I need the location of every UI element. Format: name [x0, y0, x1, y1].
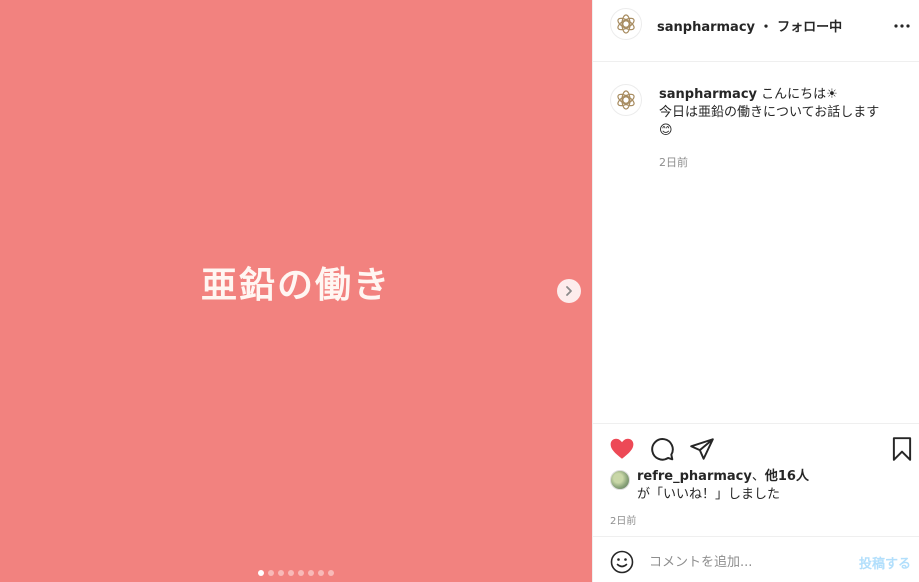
- paper-plane-icon: [690, 438, 714, 460]
- caption-username[interactable]: sanpharmacy: [659, 87, 757, 102]
- slide-dot: [308, 570, 314, 576]
- action-bar: [593, 423, 919, 471]
- share-button[interactable]: [689, 436, 715, 462]
- comment-button[interactable]: [649, 436, 675, 462]
- post-image[interactable]: 亜鉛の働き: [0, 0, 592, 582]
- likes-separator: 、: [751, 469, 765, 484]
- comment-icon: [651, 438, 674, 461]
- caption-line2: 今日は亜鉛の働きについてお話します: [659, 105, 880, 120]
- slide-dot: [258, 570, 264, 576]
- slide-dot: [298, 570, 304, 576]
- header-text: sanpharmacy ・ フォロー中: [657, 16, 842, 35]
- flower-logo-icon: [617, 14, 635, 34]
- avatar[interactable]: [610, 470, 630, 490]
- emoji-button[interactable]: [610, 550, 634, 574]
- caption-time[interactable]: 2日前: [659, 154, 688, 170]
- follow-status[interactable]: フォロー中: [777, 20, 842, 35]
- comment-input[interactable]: [649, 549, 839, 575]
- caption-line1: こんにちは☀: [761, 87, 838, 102]
- image-title: 亜鉛の働き: [200, 264, 391, 306]
- avatar[interactable]: [610, 8, 642, 40]
- flower-logo-icon: [617, 90, 635, 110]
- slide-dot: [278, 570, 284, 576]
- smile-emoji-icon: 😊: [659, 123, 673, 138]
- header-separator: ・: [759, 20, 773, 35]
- header-username[interactable]: sanpharmacy: [657, 20, 755, 35]
- post-timestamp[interactable]: 2日前: [610, 512, 636, 527]
- chevron-right-icon: [566, 286, 572, 296]
- post-header: sanpharmacy ・ フォロー中: [593, 0, 919, 62]
- likes-text: refre_pharmacy、他16人 が「いいね！」しました: [637, 468, 907, 504]
- like-button[interactable]: [609, 436, 635, 462]
- slide-dot: [318, 570, 324, 576]
- post-comment-button[interactable]: 投稿する: [859, 553, 911, 572]
- likes-count[interactable]: 他16人: [765, 469, 809, 484]
- caption-text: sanpharmacy こんにちは☀ 今日は亜鉛の働きについてお話します 😊: [659, 86, 909, 140]
- save-button[interactable]: [889, 436, 915, 462]
- next-slide-button[interactable]: [557, 279, 581, 303]
- more-horizontal-icon: [894, 24, 910, 28]
- slide-dot: [268, 570, 274, 576]
- comment-bar: 投稿する: [593, 536, 919, 582]
- slide-dot: [328, 570, 334, 576]
- liker-username[interactable]: refre_pharmacy: [637, 469, 752, 484]
- post-sidebar: sanpharmacy ・ フォロー中 sanpharmacy こんにちは☀ 今…: [592, 0, 919, 582]
- slide-dot: [288, 570, 294, 576]
- smiley-icon: [610, 550, 634, 574]
- more-options-button[interactable]: [892, 16, 912, 36]
- heart-filled-icon: [610, 438, 634, 459]
- likes-suffix: が「いいね！」しました: [637, 487, 781, 502]
- bookmark-icon: [892, 437, 912, 461]
- slide-indicator: [0, 570, 592, 576]
- avatar[interactable]: [610, 84, 642, 116]
